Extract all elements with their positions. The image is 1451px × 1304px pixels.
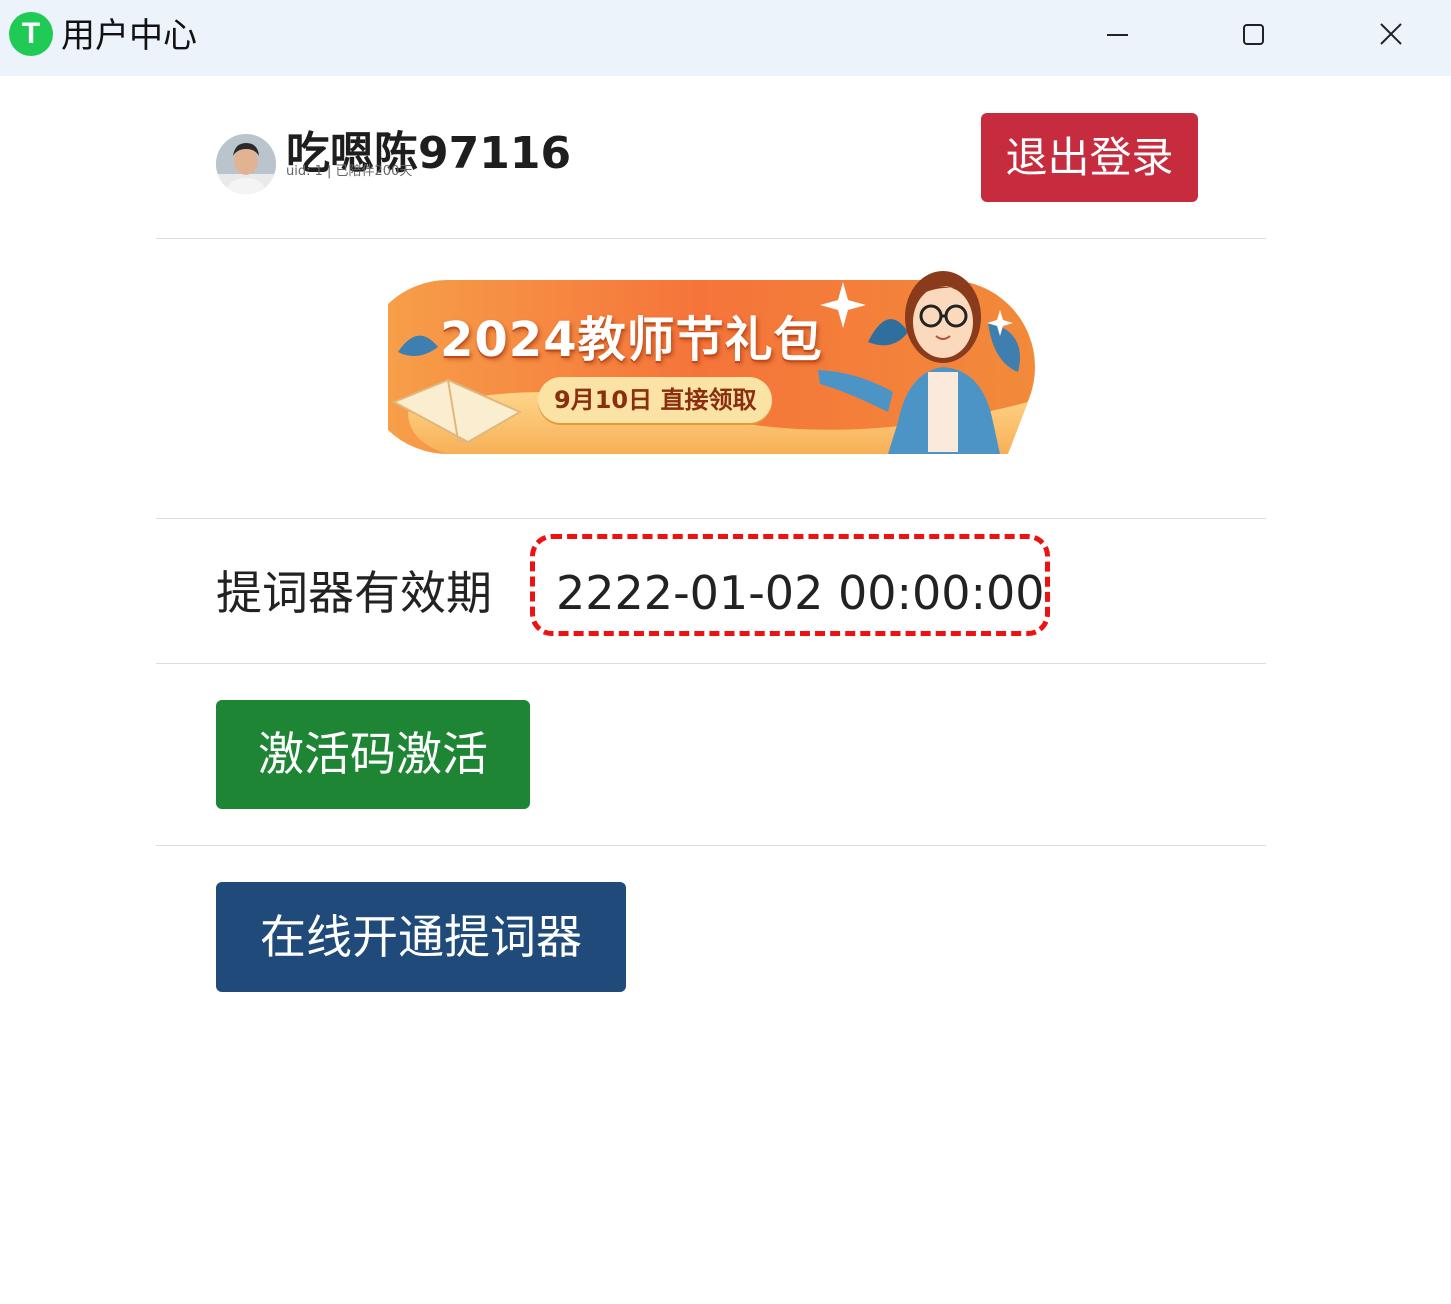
user-avatar-icon (216, 134, 276, 194)
avatar (216, 134, 276, 194)
user-info-line: uid: 1 | 已陪伴200天 (286, 164, 413, 179)
minimize-icon (1107, 34, 1128, 36)
minimize-button[interactable] (1096, 14, 1140, 58)
window-title: 用户中心 (61, 16, 197, 56)
title-bar: T 用户中心 (0, 0, 1451, 76)
online-activate-button[interactable]: 在线开通提词器 (216, 882, 626, 992)
divider (156, 845, 1266, 846)
banner-subtitle: 9月10日 直接领取 (538, 377, 773, 423)
close-icon (1380, 23, 1402, 45)
expiry-label: 提词器有效期 (216, 566, 492, 620)
expiry-value: 2222-01-02 00:00:00 (556, 566, 1045, 620)
banner-title: 2024教师节礼包 (440, 312, 823, 368)
teacher-day-banner[interactable]: 2024教师节礼包 9月10日 直接领取 (388, 262, 1048, 482)
divider (156, 238, 1266, 239)
logout-button[interactable]: 退出登录 (981, 113, 1198, 202)
banner-background-art (388, 271, 1035, 454)
divider (156, 518, 1266, 519)
activate-code-button[interactable]: 激活码激活 (216, 700, 530, 809)
divider (156, 663, 1266, 664)
maximize-icon (1243, 24, 1264, 45)
close-button[interactable] (1370, 14, 1414, 58)
app-logo-icon: T (9, 12, 53, 56)
maximize-button[interactable] (1232, 14, 1276, 58)
